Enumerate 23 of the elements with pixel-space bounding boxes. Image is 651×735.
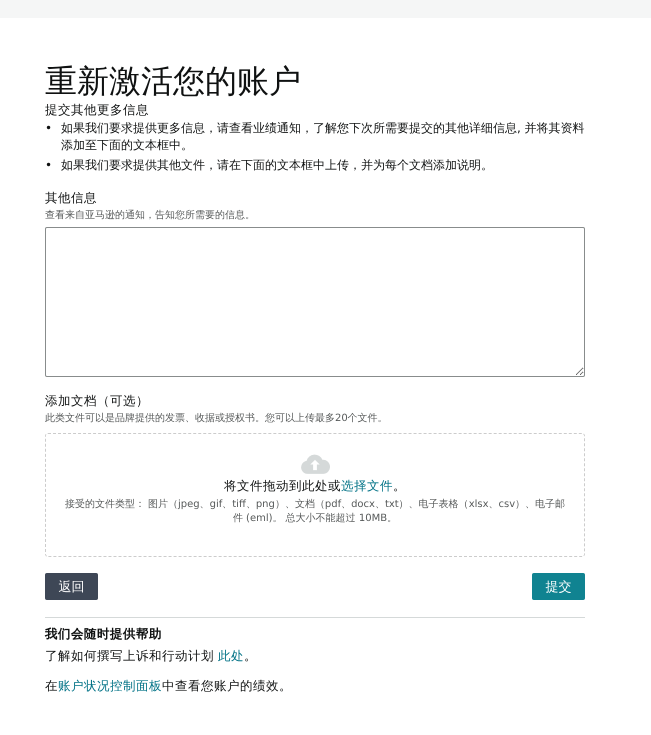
help-link[interactable]: 此处 (218, 648, 244, 663)
back-button[interactable]: 返回 (45, 573, 98, 600)
help-title: 我们会随时提供帮助 (45, 626, 163, 642)
accepted-types-text: 接受的文件类型： 图片（jpeg、gif、tiff、png）、文档（pdf、docx、txt）、电子表格（xlsx、csv）、电子邮件 (eml)。 总大小不能超过 10MB。 (64, 498, 566, 526)
cloud-upload-icon (300, 454, 330, 475)
help-text: 在账户状况控制面板中查看您账户的绩效。 (45, 678, 293, 694)
help-text: 了解如何撰写上诉和行动计划 此处。 (45, 648, 258, 664)
drop-instruction: 将文件拖动到此处或选择文件。 (224, 478, 406, 495)
file-drop-zone[interactable]: 将文件拖动到此处或选择文件。 接受的文件类型： 图片（jpeg、gif、tiff、png）、文档（pdf、docx、txt）、电子表格（xlsx、csv）、电子邮件 (eml)。 总大小不能超过 10MB。 (45, 433, 585, 557)
submit-button[interactable]: 提交 (532, 573, 585, 600)
section-subtitle: 提交其他更多信息 (45, 102, 150, 118)
field-hint: 查看来自亚马逊的通知，告知您所需要的信息。 (45, 209, 256, 222)
select-file-link[interactable]: 选择文件 (341, 478, 393, 493)
field-label: 添加文档（可选） (45, 393, 150, 409)
field-label: 其他信息 (45, 190, 98, 206)
info-textarea[interactable] (45, 227, 585, 377)
bullet-marker: • (45, 120, 54, 137)
help-link[interactable]: 账户状况控制面板 (58, 678, 162, 693)
page-title: 重新激活您的账户 (45, 62, 302, 100)
field-hint: 此类文件可以是品牌提供的发票、收据或授权书。您可以上传最多20个文件。 (45, 412, 389, 425)
bullet-text: 如果我们要求提供更多信息，请查看业绩通知，了解您下次所需要提交的其他详细信息, 并将其资料添加至下面的文本框中。 (61, 120, 585, 154)
bullet-text: 如果我们要求提供其他文件，请在下面的文本框中上传，并为每个文档添加说明。 (61, 157, 494, 174)
bullet-marker: • (45, 157, 54, 174)
